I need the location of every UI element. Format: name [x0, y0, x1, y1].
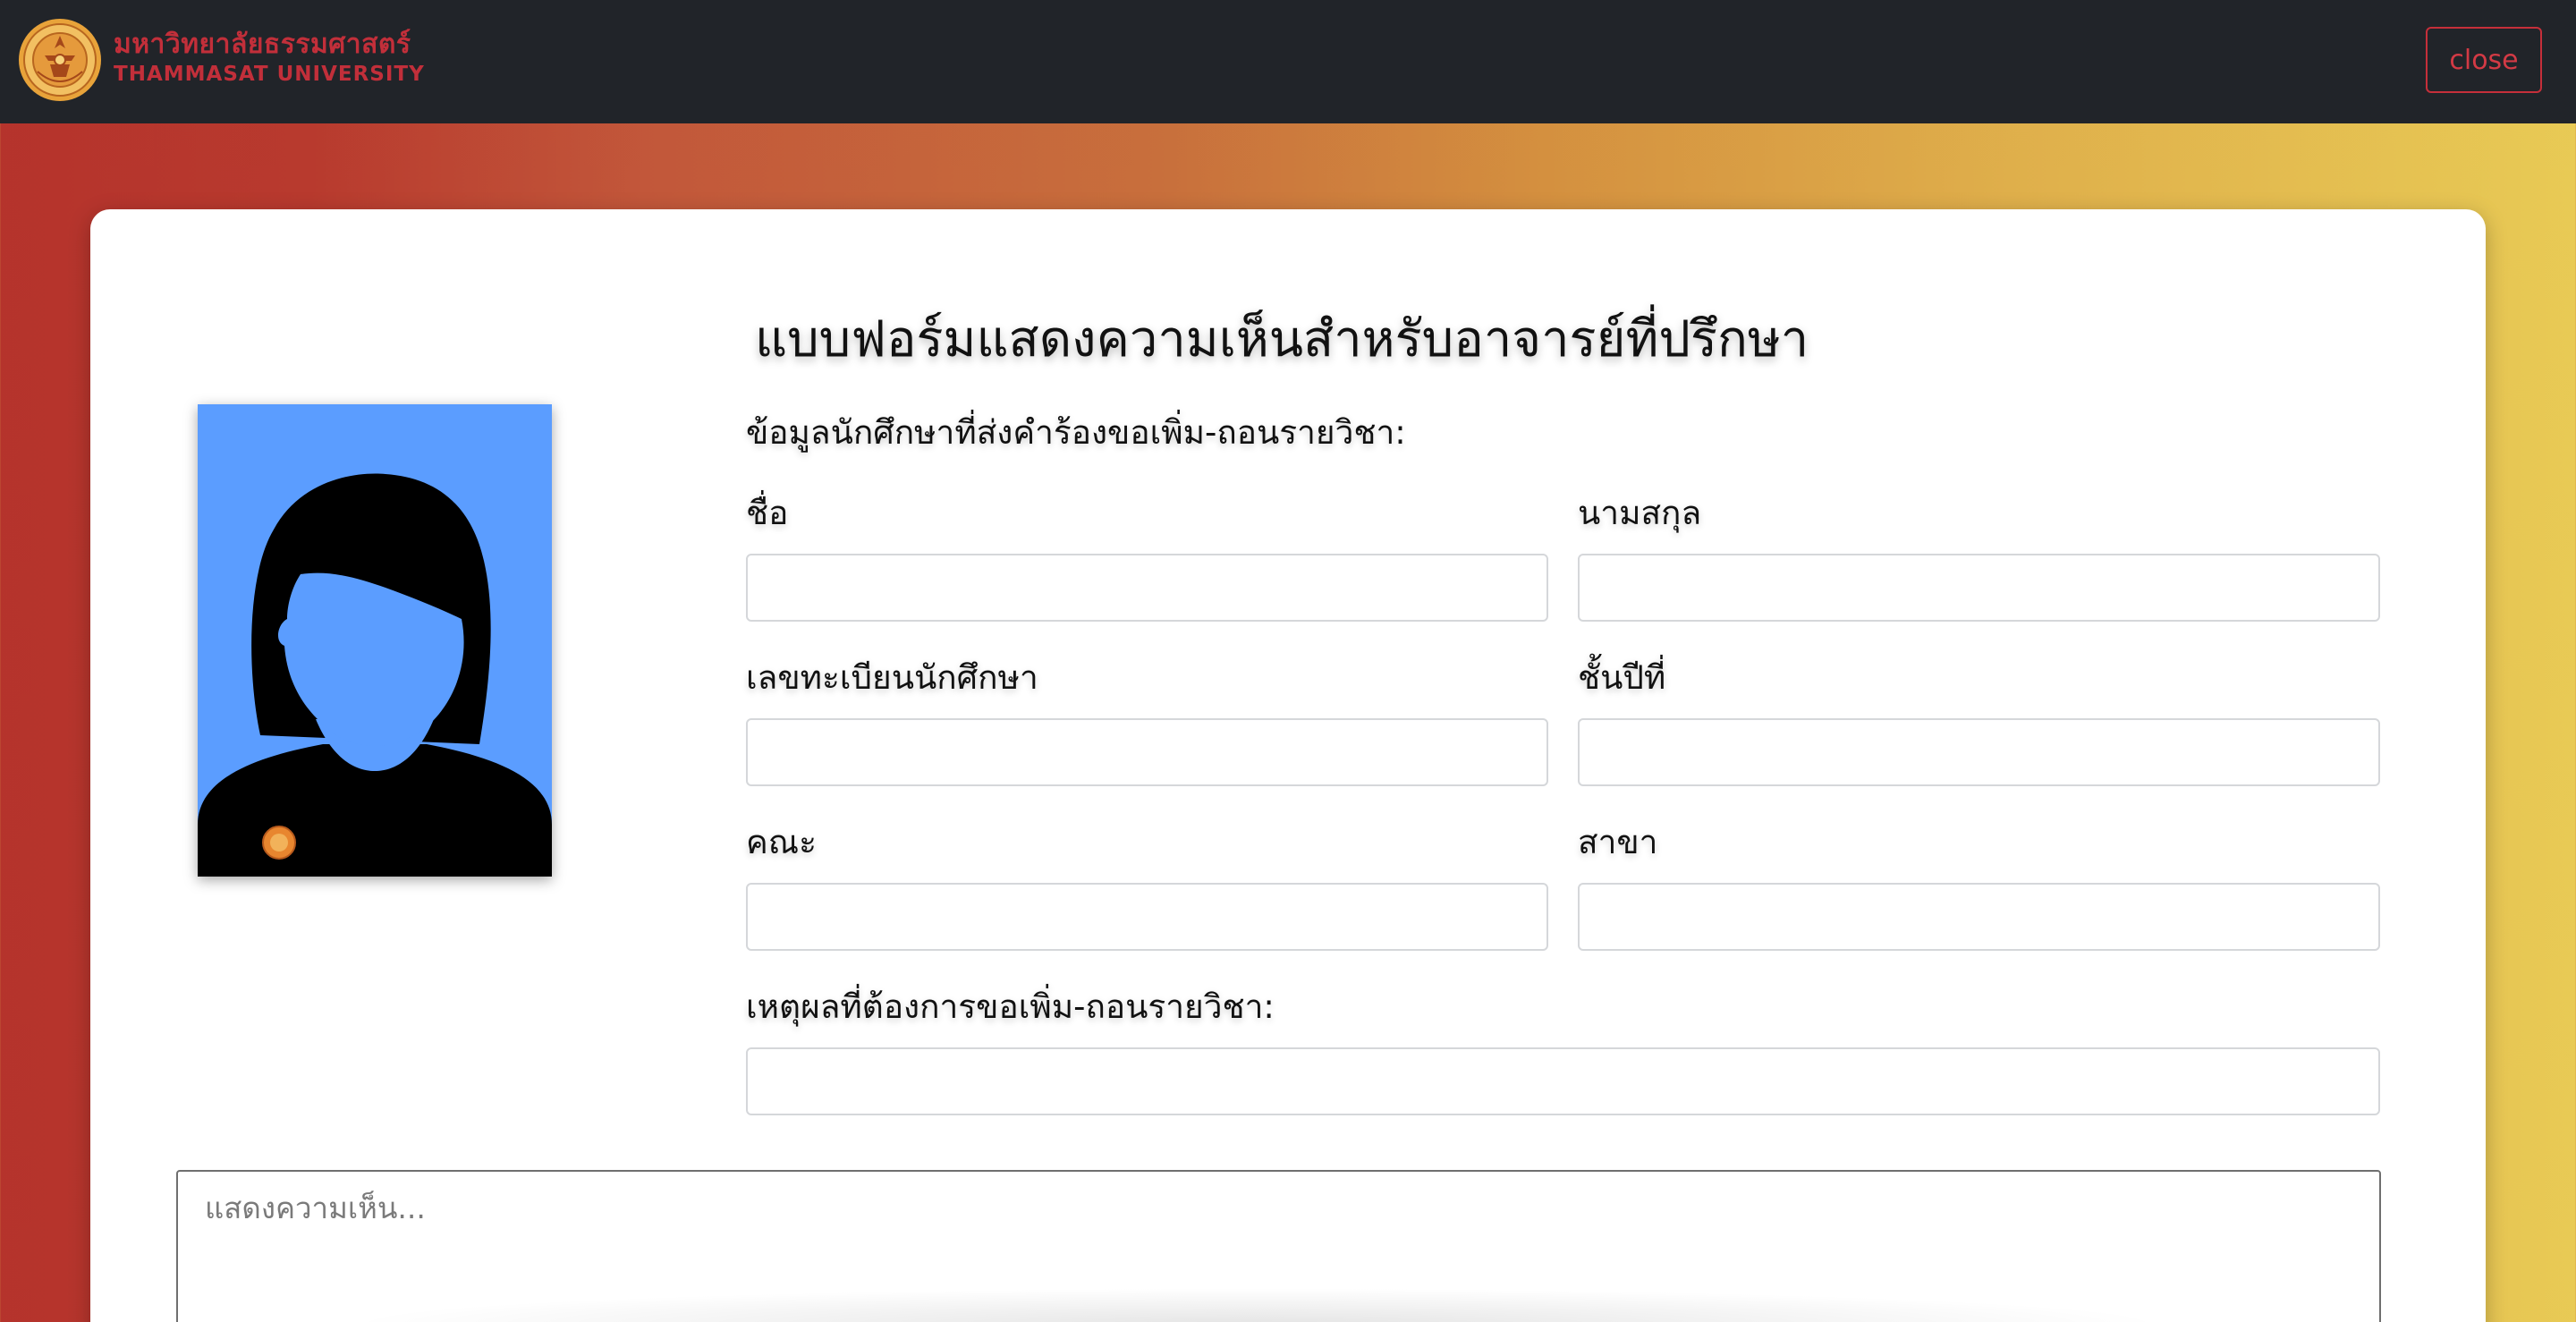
student-id-label: เลขทะเบียนนักศึกษา	[746, 658, 1038, 697]
comment-textarea[interactable]	[176, 1170, 2381, 1322]
student-info-subtitle: ข้อมูลนักศึกษาที่ส่งคำร้องขอเพิ่ม-ถอนราย…	[746, 413, 1406, 452]
last-name-input[interactable]	[1578, 554, 2380, 622]
brand-name-thai: มหาวิทยาลัยธรรมศาสตร์	[114, 29, 411, 60]
faculty-label: คณะ	[746, 823, 817, 861]
top-navbar: มหาวิทยาลัยธรรมศาสตร์ THAMMASAT UNIVERSI…	[0, 0, 2576, 123]
first-name-label: ชื่อ	[746, 494, 789, 532]
brand-name-english: THAMMASAT UNIVERSITY	[114, 63, 425, 86]
first-name-input[interactable]	[746, 554, 1548, 622]
last-name-label: นามสกุล	[1578, 494, 1702, 532]
form-card: แบบฟอร์มแสดงความเห็นสำหรับอาจารย์ที่ปรึก…	[90, 209, 2486, 1322]
year-label: ชั้นปีที่	[1578, 658, 1666, 697]
close-button[interactable]: close	[2426, 27, 2542, 93]
reason-input[interactable]	[746, 1047, 2380, 1115]
faculty-input[interactable]	[746, 883, 1548, 951]
major-input[interactable]	[1578, 883, 2380, 951]
student-id-input[interactable]	[746, 718, 1548, 786]
page-title: แบบฟอร์มแสดงความเห็นสำหรับอาจารย์ที่ปรึก…	[755, 310, 1809, 369]
reason-label: เหตุผลที่ต้องการขอเพิ่ม-ถอนรายวิชา:	[746, 987, 1275, 1026]
student-photo-avatar	[198, 404, 552, 877]
major-label: สาขา	[1578, 823, 1658, 861]
university-seal-logo	[19, 19, 101, 101]
year-input[interactable]	[1578, 718, 2380, 786]
